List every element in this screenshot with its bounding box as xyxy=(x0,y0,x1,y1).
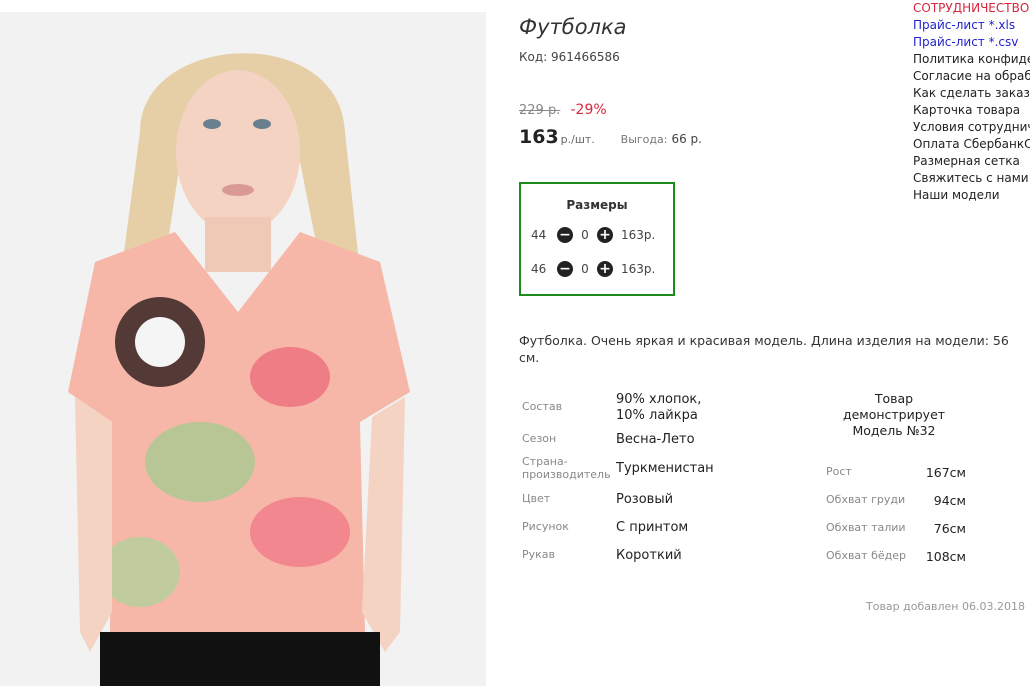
attribute-label: Цвет xyxy=(522,492,551,505)
measure-label: Рост xyxy=(826,465,852,478)
sidebar-link-size-chart[interactable]: Размерная сетка xyxy=(913,153,1030,170)
plus-circle-icon[interactable]: + xyxy=(597,227,613,243)
benefit-label: Выгода: xyxy=(620,133,668,146)
measure-label: Обхват груди xyxy=(826,493,906,506)
product-description: Футболка. Очень яркая и красивая модель.… xyxy=(519,333,1009,365)
measure-label: Обхват бёдер xyxy=(826,549,906,562)
size-value: 46 xyxy=(531,262,547,276)
attribute-value: Туркменистан xyxy=(616,461,714,476)
product-title: Футболка xyxy=(519,15,627,39)
attribute-label: Рисунок xyxy=(522,520,569,533)
attribute-row: Цвет Розовый xyxy=(522,492,782,508)
added-date: Товар добавлен 06.03.2018 xyxy=(866,600,1025,613)
model-measure-row: Рост 167см xyxy=(826,465,966,480)
benefit-value: 66 р. xyxy=(671,132,702,146)
size-sum: 163р. xyxy=(621,228,656,242)
old-price-row: 229 р. -29% xyxy=(519,102,607,118)
current-price: 163 xyxy=(519,126,559,148)
sidebar-link-consent[interactable]: Согласие на обработку персональных данны… xyxy=(913,68,1030,85)
minus-circle-icon[interactable]: − xyxy=(557,261,573,277)
sidebar-link-contact[interactable]: Свяжитесь с нами xyxy=(913,170,1030,187)
sidebar-link-terms[interactable]: Условия сотрудничества xyxy=(913,119,1030,136)
attribute-row: Рисунок С принтом xyxy=(522,520,782,536)
attribute-row: Состав 90% хлопок, 10% лайкра xyxy=(522,392,782,424)
model-measure-row: Обхват бёдер 108см xyxy=(826,549,966,564)
attribute-value: С принтом xyxy=(616,520,689,535)
sidebar-link-pricelist-xls[interactable]: Прайс-лист *.xls xyxy=(913,17,1030,34)
model-measure-row: Обхват талии 76см xyxy=(826,521,966,536)
price-unit: р./шт. xyxy=(560,133,595,146)
attribute-value: Короткий xyxy=(616,548,682,563)
attribute-label: Рукав xyxy=(522,548,556,561)
measure-value: 167см xyxy=(925,465,966,480)
old-price: 229 р. xyxy=(519,103,561,118)
model-measure-row: Обхват груди 94см xyxy=(826,493,966,508)
attribute-label: Страна-производитель xyxy=(522,455,611,481)
sidebar-link-how-to-order[interactable]: Как сделать заказ xyxy=(913,85,1030,102)
sidebar-links: СОТРУДНИЧЕСТВО Прайс-лист *.xls Прайс-ли… xyxy=(913,0,1030,204)
size-sum: 163р. xyxy=(621,262,656,276)
size-row: 44 − 0 + 163р. xyxy=(531,226,655,244)
attribute-value: Розовый xyxy=(616,492,674,507)
size-value: 44 xyxy=(531,228,547,242)
measure-value: 76см xyxy=(933,521,966,536)
sizes-title: Размеры xyxy=(566,198,628,212)
size-selector: Размеры 44 − 0 + 163р. 46 − 0 + 163р. xyxy=(519,182,675,296)
price-row: 163 р./шт. Выгода: 66 р. xyxy=(519,126,702,148)
attribute-row: Сезон Весна-Лето xyxy=(522,432,782,448)
sidebar-link-payment[interactable]: Оплата СбербанкОнлайн xyxy=(913,136,1030,153)
model-wearing-tshirt-image xyxy=(0,12,486,686)
measure-value: 108см xyxy=(925,549,966,564)
discount-badge: -29% xyxy=(570,102,607,118)
measure-value: 94см xyxy=(933,493,966,508)
sidebar-link-privacy[interactable]: Политика конфиденциальности xyxy=(913,51,1030,68)
size-row: 46 − 0 + 163р. xyxy=(531,260,655,278)
sidebar-link-pricelist-csv[interactable]: Прайс-лист *.csv xyxy=(913,34,1030,51)
attribute-label: Состав xyxy=(522,400,563,413)
attribute-row: Рукав Короткий xyxy=(522,548,782,564)
quantity-value[interactable]: 0 xyxy=(573,262,597,276)
product-code: Код: 961466586 xyxy=(519,50,620,64)
sidebar-link-product-card[interactable]: Карточка товара xyxy=(913,102,1030,119)
sidebar-link-cooperation[interactable]: СОТРУДНИЧЕСТВО xyxy=(913,0,1030,17)
sidebar-link-models[interactable]: Наши модели xyxy=(913,187,1030,204)
measure-label: Обхват талии xyxy=(826,521,906,534)
product-photo[interactable] xyxy=(0,12,486,686)
attribute-row: Страна-производитель Туркменистан xyxy=(522,455,782,481)
attribute-value: 90% хлопок, 10% лайкра xyxy=(616,392,702,423)
model-heading: Товар демонстрирует Модель №32 xyxy=(842,391,946,438)
attribute-label: Сезон xyxy=(522,432,557,445)
minus-circle-icon[interactable]: − xyxy=(557,227,573,243)
plus-circle-icon[interactable]: + xyxy=(597,261,613,277)
attribute-value: Весна-Лето xyxy=(616,432,695,447)
quantity-value[interactable]: 0 xyxy=(573,228,597,242)
